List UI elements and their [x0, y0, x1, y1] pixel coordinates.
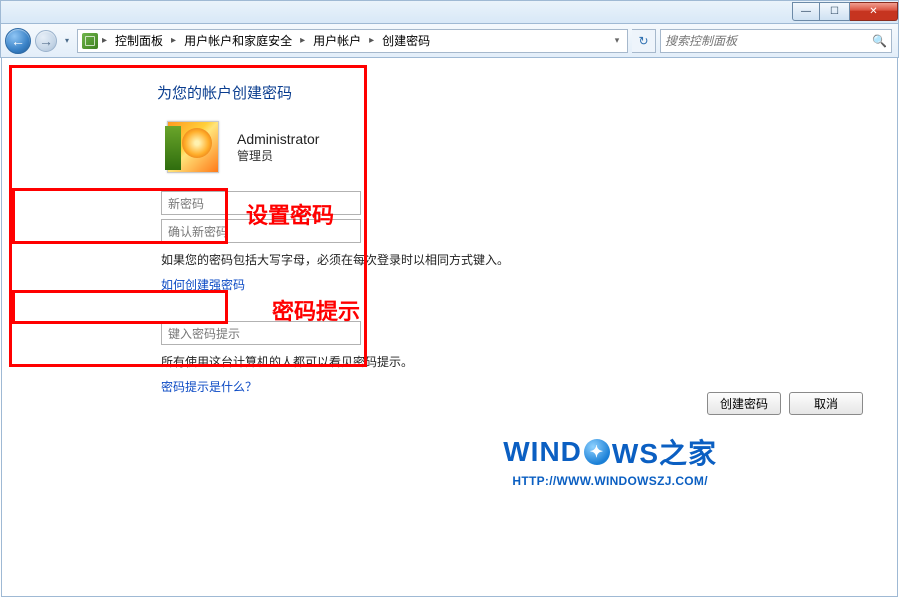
nav-forward-button[interactable]: →	[35, 30, 57, 52]
globe-icon: ✦	[584, 439, 610, 465]
breadcrumb-user-accounts-family[interactable]: 用户帐户和家庭安全	[180, 30, 296, 51]
nav-history-dropdown[interactable]: ▾	[61, 31, 73, 51]
control-panel-icon	[82, 33, 98, 49]
watermark: WIND ✦ WS之家 HTTP://WWW.WINDOWSZJ.COM/	[503, 432, 717, 488]
annotation-hint-box	[12, 290, 228, 324]
caps-note: 如果您的密码包括大写字母，必须在每次登录时以相同方式键入。	[161, 251, 887, 268]
search-icon: 🔍	[872, 34, 887, 48]
addressbar-dropdown[interactable]: ▾	[609, 35, 625, 46]
breadcrumb-sep-icon: ▸	[298, 35, 307, 46]
watermark-text-left: WIND	[503, 436, 582, 468]
action-buttons: 创建密码 取消	[707, 392, 863, 415]
breadcrumb-user-accounts[interactable]: 用户帐户	[309, 30, 365, 51]
account-name: Administrator	[237, 131, 319, 147]
annotation-set-password-label: 设置密码	[246, 198, 334, 230]
page-title: 为您的帐户创建密码	[157, 82, 887, 103]
cancel-button[interactable]: 取消	[789, 392, 863, 415]
search-box[interactable]: 🔍	[660, 29, 892, 53]
breadcrumb-create-password[interactable]: 创建密码	[378, 30, 434, 51]
window-titlebar: — ☐ ✕	[0, 0, 899, 24]
account-info-row: Administrator 管理员	[167, 121, 887, 173]
close-button[interactable]: ✕	[850, 2, 898, 21]
create-password-button[interactable]: 创建密码	[707, 392, 781, 415]
window-buttons: — ☐ ✕	[792, 2, 898, 21]
minimize-button[interactable]: —	[792, 2, 820, 21]
nav-back-button[interactable]: ←	[5, 28, 31, 54]
account-avatar	[167, 121, 219, 173]
watermark-url: HTTP://WWW.WINDOWSZJ.COM/	[503, 474, 717, 488]
main-content: 设置密码 密码提示 为您的帐户创建密码 Administrator 管理员 新密…	[12, 68, 887, 395]
breadcrumb-control-panel[interactable]: 控制面板	[111, 30, 167, 51]
breadcrumb-sep-icon: ▸	[169, 35, 178, 46]
breadcrumb-sep-icon: ▸	[367, 35, 376, 46]
content-area: 设置密码 密码提示 为您的帐户创建密码 Administrator 管理员 新密…	[1, 58, 898, 597]
account-role: 管理员	[237, 147, 319, 164]
search-input[interactable]	[665, 34, 868, 48]
maximize-button[interactable]: ☐	[820, 2, 850, 21]
address-bar[interactable]: ▸ 控制面板 ▸ 用户帐户和家庭安全 ▸ 用户帐户 ▸ 创建密码 ▾	[77, 29, 628, 53]
navigation-bar: ← → ▾ ▸ 控制面板 ▸ 用户帐户和家庭安全 ▸ 用户帐户 ▸ 创建密码 ▾…	[0, 24, 899, 58]
strong-password-link[interactable]: 如何创建强密码	[161, 276, 887, 293]
watermark-logo: WIND ✦ WS之家	[503, 432, 717, 472]
breadcrumb-sep-icon: ▸	[100, 35, 109, 46]
annotation-password-hint-label: 密码提示	[272, 294, 360, 326]
hint-visibility-note: 所有使用这台计算机的人都可以看见密码提示。	[161, 353, 887, 370]
watermark-text-right: WS之家	[612, 432, 717, 472]
refresh-button[interactable]: ↻	[632, 29, 656, 53]
